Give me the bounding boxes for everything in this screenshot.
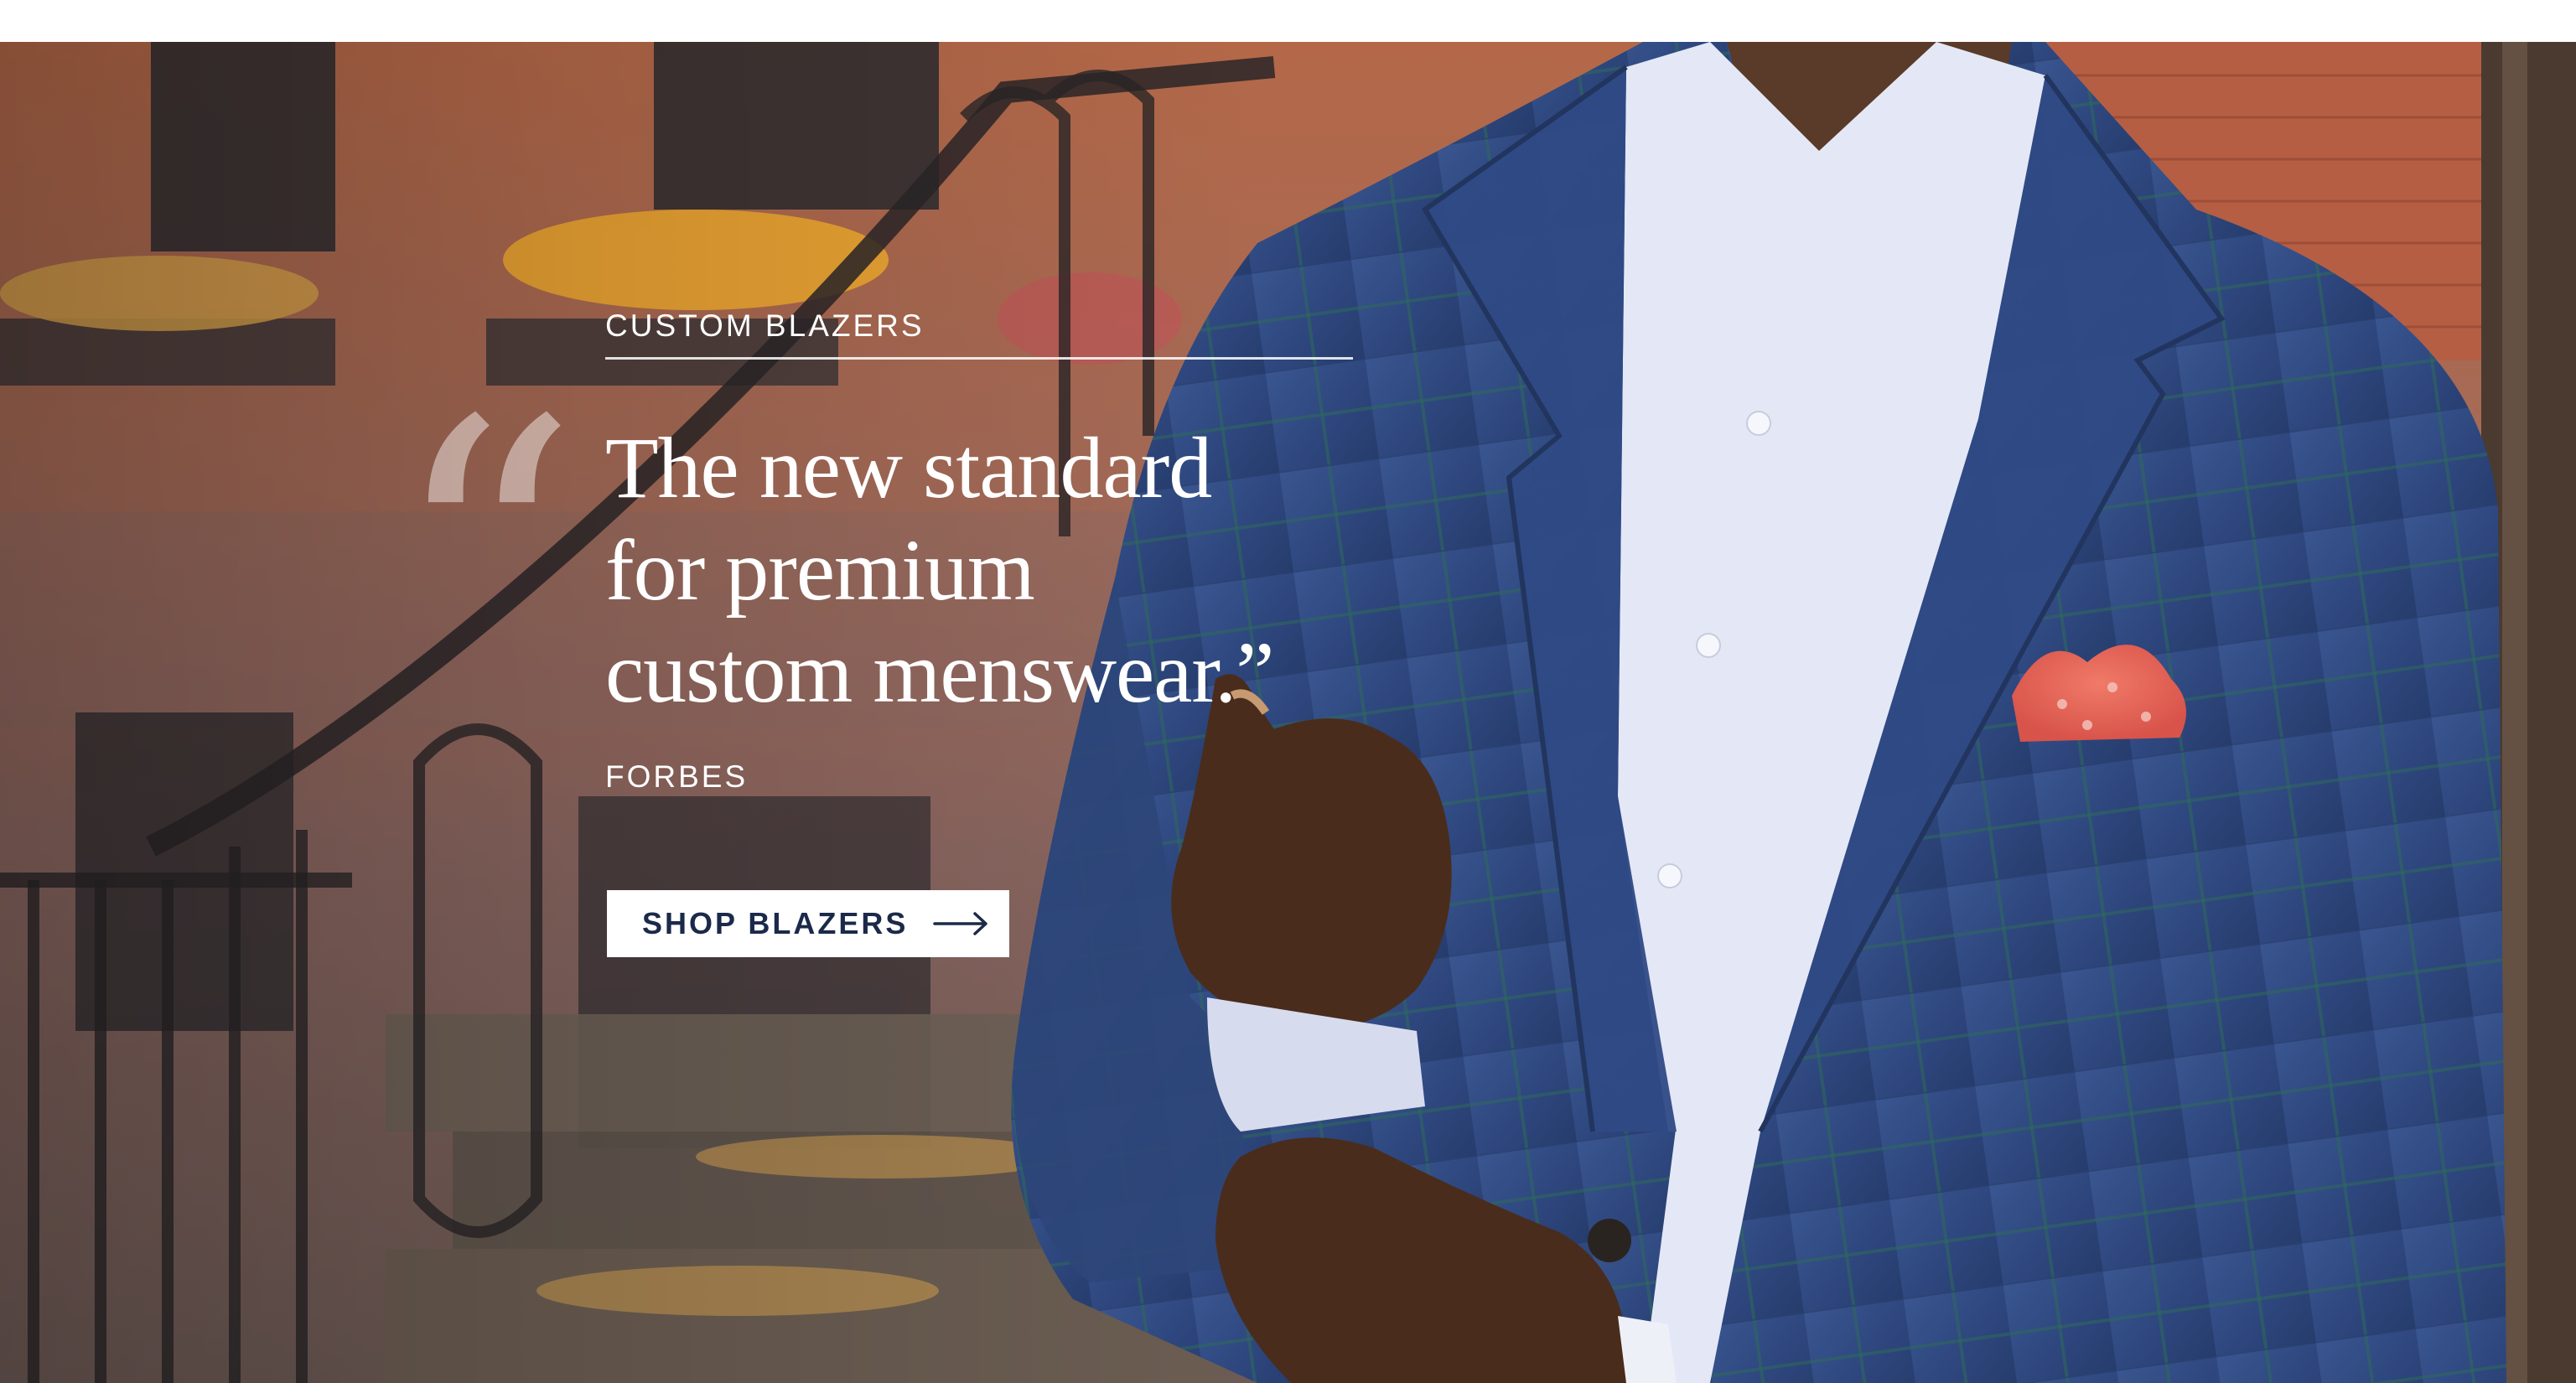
top-bar — [0, 0, 2576, 42]
hero-headline: The new standard for premium custom mens… — [605, 417, 1360, 724]
shop-blazers-button[interactable]: SHOP BLAZERS — [607, 890, 1009, 957]
cta-label: SHOP BLAZERS — [642, 906, 909, 940]
quote-attribution: FORBES — [605, 759, 749, 794]
headline-line: The new standard — [605, 420, 1212, 516]
quote-mark-icon: “ — [391, 343, 579, 772]
hero-banner: CUSTOM BLAZERS “ The new standard for pr… — [0, 42, 2576, 1383]
arrow-right-icon — [933, 912, 988, 935]
headline-line: for premium — [605, 522, 1035, 619]
headline-line: custom menswear.” — [605, 624, 1274, 721]
eyebrow-divider — [605, 357, 1353, 360]
section-eyebrow: CUSTOM BLAZERS — [605, 308, 925, 343]
